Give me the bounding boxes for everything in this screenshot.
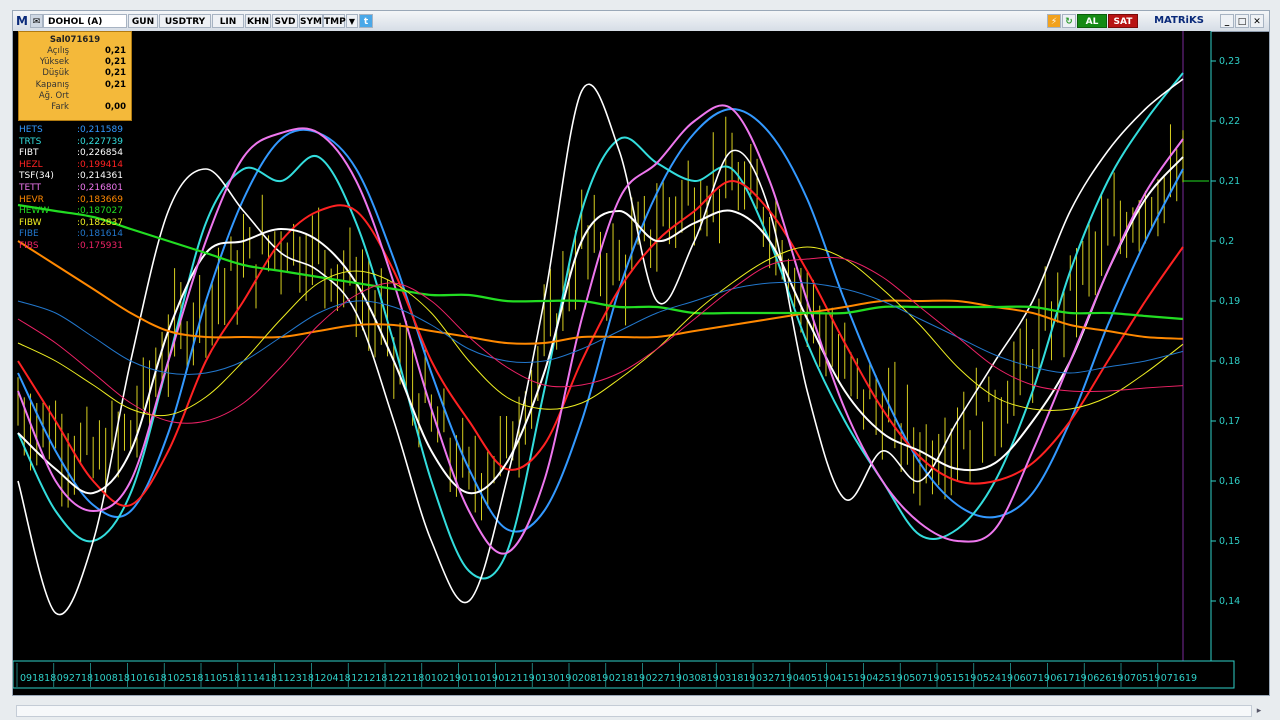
info-label: Yüksek [39,57,69,68]
info-row-low: Düşük 0,21 [19,68,131,79]
legend-series-value: :0,227739 [77,136,123,147]
y-tick-label: 0,21 [1219,176,1240,187]
x-tick-label: 010219 [425,673,461,684]
horizontal-scrollbar[interactable] [16,705,1252,717]
info-label: Fark [51,101,69,112]
info-label: Açılış [47,46,69,56]
y-tick-label: 0,17 [1219,416,1240,427]
x-tick-label: 100818 [94,673,130,684]
x-tick-label: 111418 [241,673,277,684]
y-tick-label: 0,15 [1219,536,1240,547]
legend-item: HETS :0,211589 [19,125,149,137]
legend-series-name: HEVR [19,194,44,205]
info-label: Ağ. Ort [38,90,69,101]
chart-window: M ✉ DOHOL (A) GUN USDTRY LIN KHN SVD SYM… [12,10,1270,696]
legend-series-value: :0,175931 [77,240,123,251]
legend-item: FIBS :0,175931 [19,241,149,253]
legend-item: HEVR :0,183669 [19,195,149,207]
legend-item: HEZL :0,199414 [19,160,149,172]
x-tick-label: 031819 [719,673,755,684]
x-tick-label: 060719 [1014,673,1050,684]
x-tick-label: 101618 [130,673,166,684]
x-tick-label: 032719 [756,673,792,684]
info-date: Sal071619 [49,35,101,45]
legend-series-value: :0,216801 [77,182,123,193]
x-tick-label: 030819 [682,673,718,684]
legend-series-value: :0,226854 [77,148,123,159]
scroll-right-icon[interactable]: ▸ [1252,705,1266,717]
x-tick-label: 011019 [462,673,498,684]
info-row-open: Açılış 0,21 [19,46,131,57]
x-tick-label: 061719 [1050,673,1086,684]
x-tick-label: 040519 [793,673,829,684]
legend-item: TSF(34) :0,214361 [19,171,149,183]
x-tick-label: 042519 [866,673,902,684]
x-tick-label: 021819 [609,673,645,684]
x-tick-label: 122118 [388,673,424,684]
info-value: 0,21 [105,68,126,79]
x-tick-label: 062619 [1087,673,1123,684]
info-value: 0,21 [105,79,126,90]
x-tick-label: 092718 [57,673,93,684]
legend-series-name: HETS [19,125,43,135]
info-label: Düşük [42,68,69,79]
x-tick-label: 091818 [20,673,56,684]
x-tick-label: 020819 [572,673,608,684]
legend-item: TRTS :0,227739 [19,137,149,149]
info-row-wavg: Ağ. Ort [19,91,131,102]
legend-series-name: TETT [19,182,42,193]
x-tick-label: 112318 [278,673,314,684]
info-label: Kapanış [35,79,69,90]
x-tick-label: 051519 [940,673,976,684]
legend-item: FIBT :0,226854 [19,148,149,160]
legend-item: TETT :0,216801 [19,183,149,195]
legend-series-value: :0,199414 [77,159,123,170]
info-value: 0,21 [105,57,126,68]
x-tick-label: 052419 [977,673,1013,684]
legend-series-name: HEWW [19,206,50,217]
info-value: 0,21 [105,46,126,56]
legend-series-value: :0,214361 [77,171,123,182]
legend-series-value: :0,183669 [77,194,123,205]
price-chart[interactable]: 0,14 0,15 0,16 0,17 0,18 0,19 0,2 0,21 0,22 0,23 0… [13,11,1269,695]
x-tick-label: 041519 [830,673,866,684]
x-tick-label: 110518 [204,673,240,684]
legend-series-value: :0,211589 [77,125,123,135]
y-tick-label: 0,23 [1219,56,1240,67]
x-tick-label: 102518 [167,673,203,684]
y-tick-label: 0,2 [1219,236,1234,247]
legend-series-value: :0,187027 [77,206,123,217]
legend-item: HEWW :0,187027 [19,206,149,218]
x-tick-label: 071619 [1161,673,1197,684]
y-tick-label: 0,22 [1219,116,1240,127]
x-tick-label: 120418 [314,673,350,684]
y-tick-label: 0,19 [1219,296,1240,307]
legend-item: FIBE :0,181614 [19,229,149,241]
y-tick-label: 0,14 [1219,596,1240,607]
legend-item: FIBW :0,182837 [19,218,149,230]
legend-series-value: :0,181614 [77,229,123,240]
legend-series-name: FIBW [19,217,42,228]
info-row-change: Fark 0,00 [19,102,131,113]
legend-series-name: TSF(34) [19,171,54,182]
legend-series-value: :0,182837 [77,217,123,228]
y-tick-label: 0,18 [1219,356,1240,367]
x-tick-label: 012119 [498,673,534,684]
indicator-legend: HETS:0,211589 TRTS:0,227739 FIBT:0,226854 H… [19,125,149,253]
x-tick-label: 070519 [1124,673,1160,684]
x-tick-label: 121218 [351,673,387,684]
info-row-high: Yüksek 0,21 [19,57,131,68]
y-tick-label: 0,16 [1219,476,1240,487]
legend-series-name: HEZL [19,159,43,170]
legend-series-name: FIBE [19,229,39,240]
x-tick-label: 022719 [646,673,682,684]
legend-series-name: FIBT [19,148,39,159]
info-value: 0,00 [105,101,126,112]
x-tick-label: 013019 [535,673,571,684]
x-tick-label: 050719 [903,673,939,684]
info-row-close: Kapanış 0,21 [19,80,131,91]
ohlc-info-box: Sal071619 Açılış 0,21 Yüksek 0,21 Düşük 0,2… [18,31,132,121]
legend-series-name: FIBS [19,240,39,251]
legend-series-name: TRTS [19,136,42,147]
